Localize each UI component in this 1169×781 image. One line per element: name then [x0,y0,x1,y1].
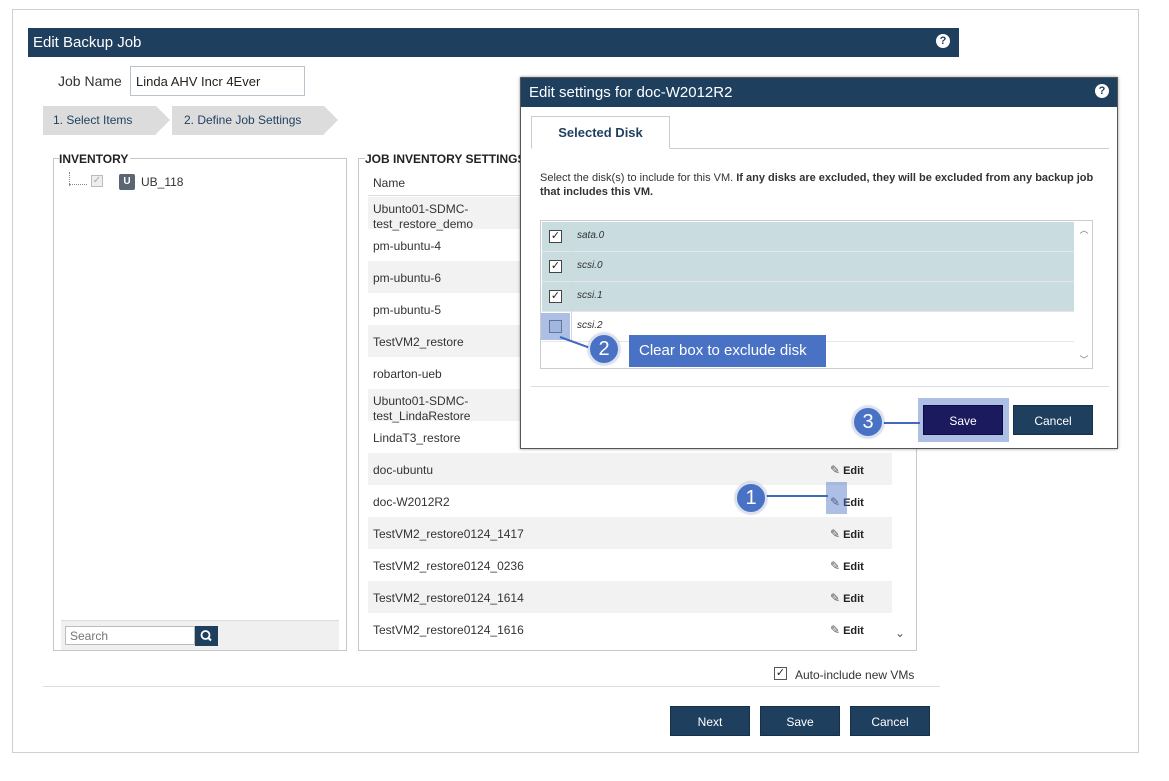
callout-step-1: 1 [735,482,767,514]
vm-name: pm-ubuntu-4 [373,239,442,253]
disk-checkbox[interactable]: ✓ [549,290,562,303]
edit-label: Edit [843,625,864,637]
edit-link[interactable]: ✎ Edit [830,591,864,605]
callout-step-3: 3 [852,406,884,438]
vm-name: doc-ubuntu [373,463,434,477]
edit-highlight [826,482,847,514]
vm-name: TestVM2_restore [373,335,464,349]
job-name-field[interactable] [130,66,305,96]
vm-name: TestVM2_restore0124_1417 [373,527,524,541]
callout-label: Clear box to exclude disk [629,335,826,367]
table-row[interactable]: TestVM2_restore0124_1616 ✎ Edit [368,613,892,645]
search-input[interactable] [65,626,195,645]
step-select-items[interactable]: 1. Select Items [43,106,170,135]
pencil-icon: ✎ [830,527,841,541]
disk-checkbox[interactable]: ✓ [549,230,562,243]
footer-divider [43,686,940,687]
column-divider [571,282,572,312]
edit-label: Edit [843,561,864,573]
description-plain: Select the disk(s) to include for this V… [540,172,737,184]
step-define-job-settings[interactable]: 2. Define Job Settings [172,106,338,135]
column-name-header: Name [373,176,406,190]
edit-link[interactable]: ✎ Edit [830,463,864,477]
vm-name: Ubunto01-SDMC- test_LindaRestore [373,394,471,423]
pencil-icon: ✎ [830,591,841,605]
table-row[interactable]: doc-W2012R2 ✎ Edit [368,485,892,517]
edit-label: Edit [843,465,864,477]
page-title: Edit Backup Job [28,28,959,57]
dialog-save-button[interactable]: Save [923,405,1003,435]
vm-name: LindaT3_restore [373,431,461,445]
column-divider [571,222,572,252]
cancel-button[interactable]: Cancel [850,706,930,736]
disk-row[interactable]: ✓ sata.0 [542,222,1074,252]
tree-node-checkbox[interactable]: ✓ [91,175,103,187]
inventory-panel [53,158,347,651]
disk-row[interactable]: ✓ scsi.1 [542,282,1074,312]
search-button[interactable] [195,626,218,646]
job-name-label: Job Name [58,73,122,89]
callout-connector [880,422,920,424]
pencil-icon: ✎ [830,623,841,637]
dialog-divider [531,386,1109,387]
edit-settings-dialog: Edit settings for doc-W2012R2 ? Selected… [520,77,1118,449]
table-row[interactable]: TestVM2_restore0124_1417 ✎ Edit [368,517,892,549]
column-divider [571,252,572,282]
job-inventory-title: JOB INVENTORY SETTINGS [365,152,528,166]
step-label: 1. Select Items [53,113,133,127]
tree-node-label[interactable]: UB_118 [141,175,183,189]
edit-label: Edit [843,529,864,541]
help-icon[interactable]: ? [1095,84,1109,98]
scroll-down-icon[interactable]: ﹀ [1078,353,1090,366]
auto-include-label: Auto-include new VMs [795,668,915,682]
callout-connector [766,495,828,497]
scroll-down-icon[interactable]: ⌄ [895,626,905,640]
vm-name: Ubunto01-SDMC- test_restore_demo [373,202,474,231]
disk-label: scsi.1 [577,290,603,301]
dialog-description: Select the disk(s) to include for this V… [540,171,1100,199]
table-row[interactable]: TestVM2_restore0124_0236 ✎ Edit [368,549,892,581]
disk-checkbox[interactable]: ✓ [549,260,562,273]
help-icon[interactable]: ? [936,34,950,48]
inventory-title: INVENTORY [59,152,131,166]
dialog-cancel-button[interactable]: Cancel [1013,405,1093,435]
dialog-title: Edit settings for doc-W2012R2 [521,78,1117,107]
vm-name: robarton-ueb [373,367,442,381]
column-divider [571,312,572,342]
tree-connector [69,184,87,185]
vm-name: TestVM2_restore0124_1616 [373,623,524,637]
vm-name: pm-ubuntu-5 [373,303,442,317]
edit-link[interactable]: ✎ Edit [830,623,864,637]
pencil-icon: ✎ [830,559,841,573]
vm-name: TestVM2_restore0124_0236 [373,559,524,573]
step-label: 2. Define Job Settings [184,113,302,127]
vm-name: pm-ubuntu-6 [373,271,442,285]
edit-label: Edit [843,593,864,605]
callout-step-2: 2 [588,333,620,365]
vm-host-icon: U [119,174,135,190]
checkbox-highlight [541,313,570,340]
edit-link[interactable]: ✎ Edit [830,559,864,573]
next-button[interactable]: Next [670,706,750,736]
edit-link[interactable]: ✎ Edit [830,527,864,541]
auto-include-checkbox[interactable]: ✓ [774,667,787,680]
save-button[interactable]: Save [760,706,840,736]
disk-row[interactable]: ✓ scsi.0 [542,252,1074,282]
vm-name: doc-W2012R2 [373,495,450,509]
table-row[interactable]: doc-ubuntu ✎ Edit [368,453,892,485]
scroll-up-icon[interactable]: ︿ [1078,223,1090,236]
disk-label: scsi.0 [577,260,603,271]
pencil-icon: ✎ [830,463,841,477]
tab-selected-disk[interactable]: Selected Disk [531,116,670,149]
disk-label: scsi.2 [577,320,603,331]
search-icon [200,630,212,642]
table-row[interactable]: TestVM2_restore0124_1614 ✎ Edit [368,581,892,613]
disk-label: sata.0 [577,230,605,241]
vm-name: TestVM2_restore0124_1614 [373,591,524,605]
